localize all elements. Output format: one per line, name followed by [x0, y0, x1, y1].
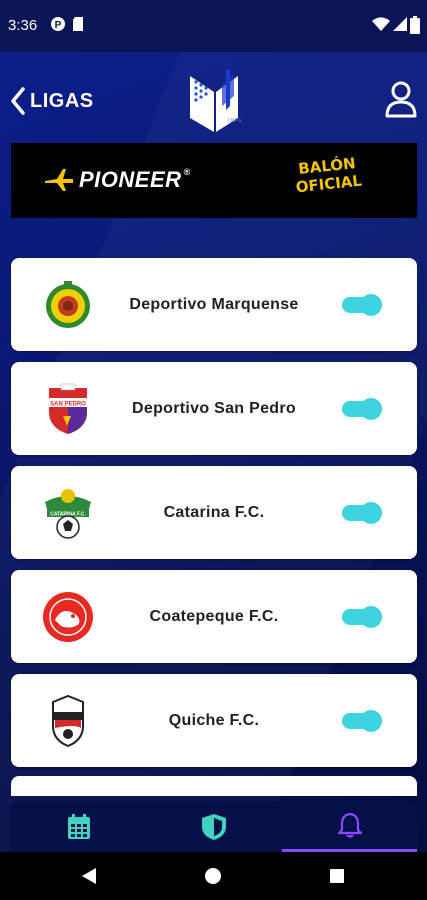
- back-label: LIGAS: [30, 89, 94, 112]
- team-row[interactable]: Coatepeque F.C.: [11, 570, 417, 663]
- team-name: Quiche F.C.: [168, 712, 260, 729]
- recents-square-icon[interactable]: [329, 868, 345, 884]
- follow-toggle[interactable]: [342, 294, 382, 316]
- status-time: 3:36: [8, 17, 38, 34]
- balon-oficial-badge: BALÓN OFICIAL: [279, 152, 378, 210]
- chevron-left-icon: [11, 87, 25, 115]
- coatepeque-crest-icon: [41, 590, 95, 644]
- signal-icon: [392, 16, 408, 36]
- marquense-crest-icon: [41, 278, 95, 332]
- app-notification-icon: P: [50, 16, 66, 36]
- status-bar: 3:36 P: [0, 0, 427, 52]
- team-name: Coatepeque F.C.: [149, 608, 279, 625]
- tab-notifications[interactable]: [282, 801, 417, 852]
- pioneer-text: PIONEER: [79, 167, 182, 192]
- shield-icon: [201, 813, 226, 840]
- bottom-nav: [11, 801, 417, 852]
- league-logo: LNFG: [186, 66, 242, 141]
- follow-toggle[interactable]: [342, 398, 382, 420]
- svg-text:LNFG: LNFG: [228, 118, 241, 124]
- app-header: LIGAS LNFG: [0, 52, 427, 142]
- team-name: Deportivo San Pedro: [132, 400, 296, 417]
- pioneer-logo: PIONEER ®: [45, 167, 191, 193]
- svg-text:P: P: [55, 20, 62, 31]
- catarina-crest-icon: CATARINA F.C.: [41, 486, 95, 540]
- home-circle-icon[interactable]: [204, 867, 222, 885]
- back-button[interactable]: LIGAS: [10, 84, 94, 118]
- team-row-partial[interactable]: [11, 776, 417, 796]
- san-pedro-crest-icon: SAN PEDRO: [41, 382, 95, 436]
- follow-toggle[interactable]: [342, 502, 382, 524]
- team-row[interactable]: Deportivo Marquense: [11, 258, 417, 351]
- follow-toggle[interactable]: [342, 710, 382, 732]
- team-row[interactable]: Quiche F.C.: [11, 674, 417, 767]
- svg-text:SAN PEDRO: SAN PEDRO: [50, 402, 86, 408]
- registered-mark: ®: [183, 167, 191, 177]
- team-row[interactable]: CATARINA F.C. Catarina F.C.: [11, 466, 417, 559]
- wifi-icon: [372, 16, 390, 36]
- battery-icon: [410, 16, 420, 38]
- team-name: Catarina F.C.: [163, 504, 265, 521]
- tab-calendar[interactable]: [11, 801, 146, 852]
- quiche-crest-icon: [41, 694, 95, 748]
- follow-toggle[interactable]: [342, 606, 382, 628]
- sd-card-icon: [72, 16, 86, 36]
- bell-icon: [337, 812, 362, 838]
- tab-teams[interactable]: [146, 801, 281, 852]
- calendar-icon: [67, 813, 90, 839]
- system-nav-bar: [0, 852, 427, 900]
- back-triangle-icon[interactable]: [80, 867, 98, 885]
- team-row[interactable]: SAN PEDRO Deportivo San Pedro: [11, 362, 417, 455]
- user-icon: [385, 81, 417, 118]
- profile-button[interactable]: [384, 80, 418, 125]
- airplane-icon: [45, 169, 73, 191]
- team-name: Deportivo Marquense: [129, 296, 299, 313]
- sponsor-banner[interactable]: PIONEER ® BALÓN OFICIAL: [11, 143, 417, 218]
